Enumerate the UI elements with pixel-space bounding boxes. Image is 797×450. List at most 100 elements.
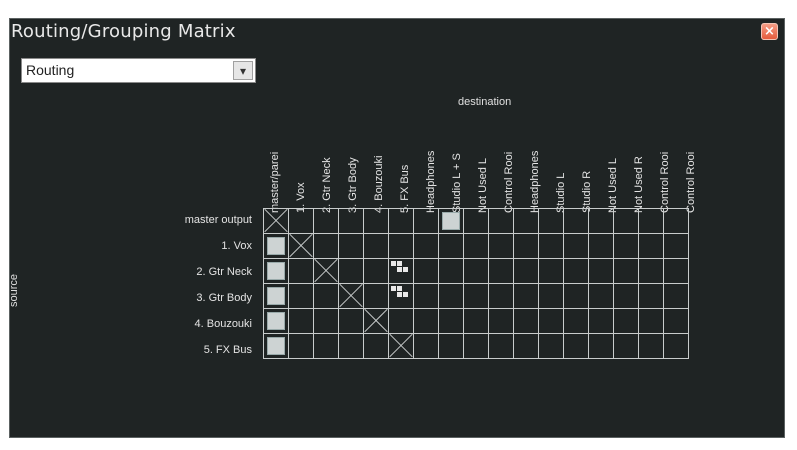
matrix-cell[interactable]	[313, 283, 339, 309]
title-bar[interactable]: Routing/Grouping Matrix ×	[10, 19, 784, 45]
matrix-cell[interactable]	[463, 258, 489, 284]
matrix-cell[interactable]	[513, 233, 539, 259]
matrix-cell[interactable]	[438, 233, 464, 259]
matrix-cell[interactable]	[613, 258, 639, 284]
matrix-cell[interactable]	[388, 233, 414, 259]
matrix-cell[interactable]	[363, 233, 389, 259]
matrix-cell[interactable]	[588, 258, 614, 284]
matrix-cell[interactable]	[388, 283, 414, 309]
matrix-cell[interactable]	[363, 258, 389, 284]
matrix-cell[interactable]	[263, 283, 289, 309]
matrix-cell[interactable]	[613, 333, 639, 359]
matrix-cell[interactable]	[288, 333, 314, 359]
matrix-cell[interactable]	[513, 283, 539, 309]
matrix-cell[interactable]	[638, 308, 664, 334]
matrix-cell[interactable]	[588, 283, 614, 309]
matrix-cell[interactable]	[563, 308, 589, 334]
chevron-down-icon[interactable]: ▾	[233, 61, 253, 80]
mode-dropdown[interactable]: Routing ▾	[21, 58, 256, 83]
matrix-cell[interactable]	[288, 208, 314, 234]
matrix-cell[interactable]	[463, 208, 489, 234]
matrix-cell[interactable]	[463, 333, 489, 359]
matrix-cell[interactable]	[388, 308, 414, 334]
matrix-cell[interactable]	[588, 208, 614, 234]
matrix-cell[interactable]	[638, 208, 664, 234]
matrix-cell[interactable]	[313, 333, 339, 359]
matrix-cell[interactable]	[538, 233, 564, 259]
matrix-cell[interactable]	[563, 233, 589, 259]
matrix-cell[interactable]	[313, 233, 339, 259]
matrix-cell[interactable]	[663, 333, 689, 359]
matrix-cell[interactable]	[338, 208, 364, 234]
matrix-cell[interactable]	[263, 333, 289, 359]
matrix-cell[interactable]	[638, 283, 664, 309]
matrix-cell[interactable]	[413, 233, 439, 259]
matrix-cell[interactable]	[263, 233, 289, 259]
matrix-cell[interactable]	[413, 333, 439, 359]
matrix-cell[interactable]	[438, 258, 464, 284]
matrix-cell[interactable]	[588, 333, 614, 359]
matrix-cell[interactable]	[638, 233, 664, 259]
matrix-cell[interactable]	[563, 258, 589, 284]
matrix-cell[interactable]	[463, 283, 489, 309]
matrix-cell[interactable]	[388, 258, 414, 284]
matrix-cell[interactable]	[488, 283, 514, 309]
matrix-cell[interactable]	[438, 283, 464, 309]
matrix-cell[interactable]	[263, 308, 289, 334]
matrix-cell[interactable]	[613, 283, 639, 309]
matrix-cell[interactable]	[563, 283, 589, 309]
matrix-cell[interactable]	[638, 333, 664, 359]
matrix-cell[interactable]	[538, 333, 564, 359]
matrix-cell[interactable]	[613, 233, 639, 259]
matrix-cell[interactable]	[413, 208, 439, 234]
matrix-cell[interactable]	[388, 208, 414, 234]
matrix-cell[interactable]	[338, 258, 364, 284]
matrix-cell[interactable]	[413, 308, 439, 334]
matrix-cell[interactable]	[413, 283, 439, 309]
matrix-cell[interactable]	[613, 208, 639, 234]
matrix-cell[interactable]	[488, 208, 514, 234]
matrix-cell[interactable]	[438, 208, 464, 234]
matrix-cell[interactable]	[413, 258, 439, 284]
matrix-cell[interactable]	[288, 308, 314, 334]
matrix-cell[interactable]	[538, 283, 564, 309]
matrix-cell[interactable]	[288, 283, 314, 309]
matrix-cell[interactable]	[313, 208, 339, 234]
matrix-cell[interactable]	[263, 258, 289, 284]
matrix-cell[interactable]	[463, 308, 489, 334]
matrix-cell[interactable]	[513, 208, 539, 234]
matrix-cell[interactable]	[488, 233, 514, 259]
matrix-cell[interactable]	[663, 308, 689, 334]
matrix-cell[interactable]	[338, 233, 364, 259]
matrix-cell[interactable]	[563, 208, 589, 234]
matrix-cell[interactable]	[513, 333, 539, 359]
close-button[interactable]: ×	[761, 23, 778, 40]
matrix-cell[interactable]	[438, 333, 464, 359]
matrix-cell[interactable]	[513, 258, 539, 284]
matrix-cell[interactable]	[663, 283, 689, 309]
matrix-cell[interactable]	[488, 258, 514, 284]
matrix-cell[interactable]	[338, 308, 364, 334]
matrix-cell[interactable]	[663, 233, 689, 259]
matrix-cell[interactable]	[288, 258, 314, 284]
matrix-cell[interactable]	[638, 258, 664, 284]
matrix-cell[interactable]	[613, 308, 639, 334]
matrix-cell[interactable]	[538, 258, 564, 284]
matrix-cell[interactable]	[563, 333, 589, 359]
matrix-cell[interactable]	[488, 333, 514, 359]
matrix-cell[interactable]	[338, 333, 364, 359]
matrix-cell[interactable]	[538, 208, 564, 234]
matrix-cell[interactable]	[663, 208, 689, 234]
matrix-cell[interactable]	[588, 308, 614, 334]
matrix-cell[interactable]	[363, 208, 389, 234]
matrix-cell[interactable]	[488, 308, 514, 334]
matrix-cell[interactable]	[313, 308, 339, 334]
matrix-cell[interactable]	[363, 283, 389, 309]
matrix-cell[interactable]	[538, 308, 564, 334]
matrix-cell[interactable]	[588, 233, 614, 259]
matrix-cell[interactable]	[438, 308, 464, 334]
matrix-cell[interactable]	[663, 258, 689, 284]
matrix-cell[interactable]	[463, 233, 489, 259]
matrix-cell[interactable]	[363, 333, 389, 359]
matrix-cell[interactable]	[513, 308, 539, 334]
